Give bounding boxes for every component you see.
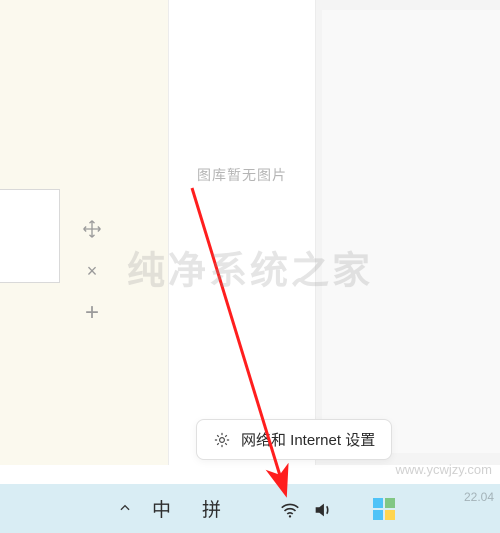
- volume-tray-button[interactable]: [312, 499, 334, 521]
- gallery-panel: 图库暂无图片: [168, 0, 316, 465]
- close-icon: ×: [87, 261, 98, 282]
- tooltip-label: 网络和 Internet 设置: [241, 429, 375, 450]
- move-icon: [82, 219, 102, 239]
- add-tool[interactable]: +: [78, 299, 106, 327]
- volume-icon: [312, 499, 334, 521]
- move-tool[interactable]: [78, 215, 106, 243]
- windows-logo-icon: [373, 498, 395, 520]
- taskbar-clock: 22.04: [464, 490, 494, 504]
- chevron-up-icon: [118, 501, 132, 515]
- ime-method-label: 拼: [202, 500, 221, 521]
- viewport: × + 图库暂无图片 网络和 Internet 设置 中 拼: [0, 0, 500, 533]
- left-panel: × +: [0, 0, 168, 465]
- right-panel: [316, 0, 500, 465]
- canvas-card: [0, 189, 60, 283]
- gallery-empty-label: 图库暂无图片: [169, 165, 315, 185]
- ime-language-button[interactable]: 中: [152, 495, 171, 522]
- network-settings-tooltip[interactable]: 网络和 Internet 设置: [196, 419, 392, 460]
- ime-language-label: 中: [152, 500, 171, 521]
- delete-tool[interactable]: ×: [78, 257, 106, 285]
- taskbar: 中 拼 22.04: [0, 484, 500, 533]
- tray-overflow-button[interactable]: [115, 498, 135, 518]
- wifi-tray-button[interactable]: [279, 499, 301, 521]
- plus-icon: +: [85, 299, 99, 327]
- wifi-icon: [279, 499, 301, 521]
- gear-icon: [213, 431, 231, 449]
- tool-column: × +: [78, 215, 118, 341]
- ime-method-button[interactable]: 拼: [202, 495, 221, 522]
- right-inner: [322, 10, 500, 453]
